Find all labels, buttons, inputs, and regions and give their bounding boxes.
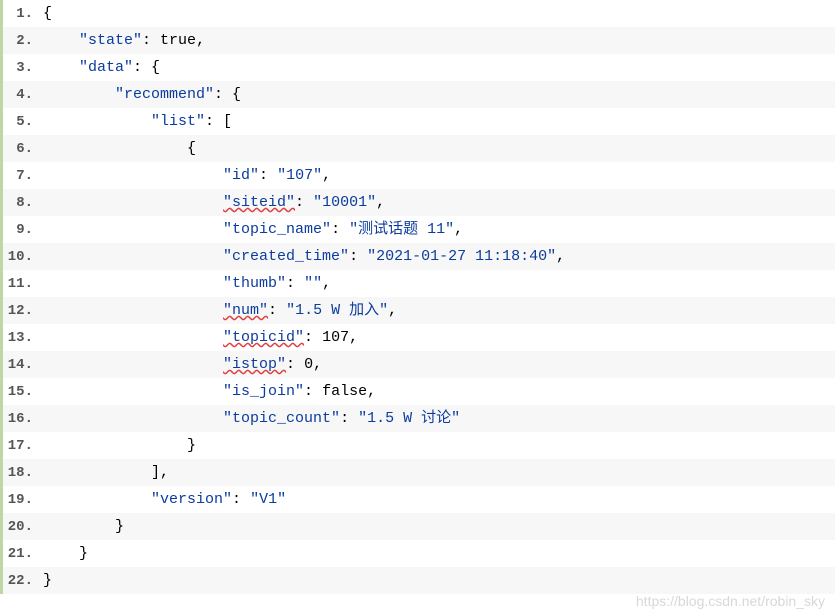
code-line: 12. "num": "1.5 W 加入", bbox=[3, 297, 835, 324]
watermark: https://blog.csdn.net/robin_sky bbox=[636, 593, 825, 609]
code-line: 19. "version": "V1" bbox=[3, 486, 835, 513]
code-content: "istop": 0, bbox=[43, 351, 322, 378]
code-line: 13. "topicid": 107, bbox=[3, 324, 835, 351]
code-content: } bbox=[43, 567, 52, 594]
code-content: "topic_name": "测试话题 11", bbox=[43, 216, 463, 243]
code-content: "version": "V1" bbox=[43, 486, 286, 513]
code-line: 6. { bbox=[3, 135, 835, 162]
code-content: "state": true, bbox=[43, 27, 205, 54]
code-line: 1.{ bbox=[3, 0, 835, 27]
line-number: 17. bbox=[3, 433, 43, 460]
code-content: } bbox=[43, 432, 196, 459]
code-content: "is_join": false, bbox=[43, 378, 376, 405]
code-line: 7. "id": "107", bbox=[3, 162, 835, 189]
line-number: 19. bbox=[3, 487, 43, 514]
code-line: 11. "thumb": "", bbox=[3, 270, 835, 297]
line-number: 11. bbox=[3, 271, 43, 298]
line-number: 4. bbox=[3, 82, 43, 109]
line-number: 13. bbox=[3, 325, 43, 352]
code-line: 20. } bbox=[3, 513, 835, 540]
code-line: 2. "state": true, bbox=[3, 27, 835, 54]
line-number: 16. bbox=[3, 406, 43, 433]
line-number: 22. bbox=[3, 568, 43, 595]
line-number: 18. bbox=[3, 460, 43, 487]
code-content: "num": "1.5 W 加入", bbox=[43, 297, 397, 324]
line-number: 8. bbox=[3, 190, 43, 217]
code-line: 10. "created_time": "2021-01-27 11:18:40… bbox=[3, 243, 835, 270]
line-number: 3. bbox=[3, 55, 43, 82]
code-line: 17. } bbox=[3, 432, 835, 459]
code-line: 8. "siteid": "10001", bbox=[3, 189, 835, 216]
code-content: "list": [ bbox=[43, 108, 232, 135]
code-content: { bbox=[43, 135, 196, 162]
code-line: 18. ], bbox=[3, 459, 835, 486]
line-number: 7. bbox=[3, 163, 43, 190]
line-number: 5. bbox=[3, 109, 43, 136]
line-number: 14. bbox=[3, 352, 43, 379]
code-line: 5. "list": [ bbox=[3, 108, 835, 135]
line-number: 9. bbox=[3, 217, 43, 244]
code-line: 4. "recommend": { bbox=[3, 81, 835, 108]
code-content: } bbox=[43, 513, 124, 540]
code-content: "id": "107", bbox=[43, 162, 331, 189]
code-line: 3. "data": { bbox=[3, 54, 835, 81]
code-line: 14. "istop": 0, bbox=[3, 351, 835, 378]
line-number: 21. bbox=[3, 541, 43, 568]
line-number: 2. bbox=[3, 28, 43, 55]
line-number: 12. bbox=[3, 298, 43, 325]
line-number: 10. bbox=[3, 244, 43, 271]
code-content: "recommend": { bbox=[43, 81, 241, 108]
code-content: } bbox=[43, 540, 88, 567]
code-content: "topic_count": "1.5 W 讨论" bbox=[43, 405, 460, 432]
code-content: "data": { bbox=[43, 54, 160, 81]
code-line: 15. "is_join": false, bbox=[3, 378, 835, 405]
code-content: ], bbox=[43, 459, 169, 486]
line-number: 15. bbox=[3, 379, 43, 406]
code-line: 22.} bbox=[3, 567, 835, 594]
line-number: 6. bbox=[3, 136, 43, 163]
code-content: "siteid": "10001", bbox=[43, 189, 385, 216]
code-line: 16. "topic_count": "1.5 W 讨论" bbox=[3, 405, 835, 432]
code-content: "topicid": 107, bbox=[43, 324, 358, 351]
code-content: "created_time": "2021-01-27 11:18:40", bbox=[43, 243, 565, 270]
code-line: 9. "topic_name": "测试话题 11", bbox=[3, 216, 835, 243]
code-line: 21. } bbox=[3, 540, 835, 567]
code-block: 1.{2. "state": true,3. "data": {4. "reco… bbox=[0, 0, 835, 594]
line-number: 1. bbox=[3, 1, 43, 28]
code-content: { bbox=[43, 0, 52, 27]
code-content: "thumb": "", bbox=[43, 270, 331, 297]
line-number: 20. bbox=[3, 514, 43, 541]
